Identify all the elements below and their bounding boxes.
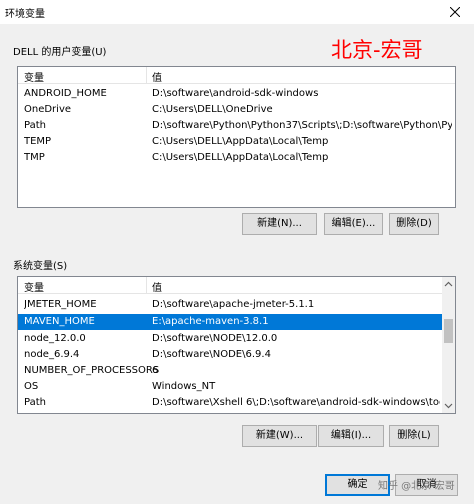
var-value: 6	[152, 365, 159, 376]
user-delete-button[interactable]: 删除(D)	[389, 213, 439, 235]
system-delete-button[interactable]: 删除(L)	[389, 425, 439, 447]
table-row[interactable]: TMP C:\Users\DELL\AppData\Local\Temp	[18, 150, 455, 166]
user-edit-button[interactable]: 编辑(E)...	[324, 213, 383, 235]
column-header-value[interactable]: 值	[152, 279, 162, 294]
table-row[interactable]: Path D:\software\Python\Python37\Scripts…	[18, 118, 455, 134]
system-edit-button[interactable]: 编辑(I)...	[318, 425, 384, 447]
var-value: D:\software\NODE\6.9.4	[152, 349, 271, 360]
system-new-button[interactable]: 新建(W)...	[242, 425, 317, 447]
var-value: D:\software\NODE\12.0.0	[152, 333, 278, 344]
var-name: JMETER_HOME	[24, 299, 97, 310]
var-name: node_12.0.0	[24, 333, 86, 344]
scroll-up-icon[interactable]	[442, 278, 455, 291]
table-row[interactable]: Path D:\software\Xshell 6\;D:\software\a…	[18, 395, 442, 411]
var-name: MAVEN_HOME	[24, 316, 95, 327]
column-divider[interactable]	[146, 67, 147, 83]
user-vars-list[interactable]: 变量 值 ANDROID_HOME D:\software\android-sd…	[17, 66, 456, 208]
scroll-down-icon[interactable]	[442, 399, 455, 412]
window-title: 环境变量	[5, 9, 45, 20]
close-icon	[450, 7, 460, 17]
column-header-variable[interactable]: 变量	[24, 279, 44, 294]
close-button[interactable]	[437, 0, 474, 24]
var-value: C:\Users\DELL\OneDrive	[152, 104, 273, 115]
system-vars-label: 系统变量(S)	[13, 261, 68, 272]
var-value: Windows_NT	[152, 381, 216, 392]
table-row[interactable]: node_6.9.4 D:\software\NODE\6.9.4	[18, 347, 442, 363]
table-row[interactable]: TEMP C:\Users\DELL\AppData\Local\Temp	[18, 134, 455, 150]
column-divider[interactable]	[146, 277, 147, 293]
var-name: OS	[24, 381, 39, 392]
var-value: C:\Users\DELL\AppData\Local\Temp	[152, 136, 329, 147]
var-name: ANDROID_HOME	[24, 88, 107, 99]
system-vars-header: 变量 值	[18, 277, 455, 294]
table-row[interactable]: NUMBER_OF_PROCESSORS 6	[18, 363, 442, 379]
var-name: Path	[24, 397, 46, 408]
var-value: C:\Users\DELL\AppData\Local\Temp	[152, 152, 329, 163]
watermark-text: 北京-宏哥	[331, 38, 423, 62]
user-new-button[interactable]: 新建(N)...	[242, 213, 317, 235]
table-row[interactable]: OneDrive C:\Users\DELL\OneDrive	[18, 102, 455, 118]
source-watermark: 知乎 @北京-宏哥	[378, 481, 455, 492]
system-vars-list[interactable]: 变量 值 JMETER_HOME D:\software\apache-jmet…	[17, 276, 456, 414]
var-value: D:\software\android-sdk-windows	[152, 88, 319, 99]
var-name: OneDrive	[24, 104, 72, 115]
user-vars-label: DELL 的用户变量(U)	[13, 47, 107, 58]
vertical-scrollbar[interactable]	[442, 277, 455, 413]
var-value: E:\apache-maven-3.8.1	[152, 316, 269, 327]
table-row[interactable]: JMETER_HOME D:\software\apache-jmeter-5.…	[18, 297, 442, 313]
var-value: D:\software\apache-jmeter-5.1.1	[152, 299, 315, 310]
var-name: node_6.9.4	[24, 349, 80, 360]
table-row-selected[interactable]: MAVEN_HOME E:\apache-maven-3.8.1	[18, 314, 442, 330]
var-name: TMP	[24, 152, 45, 163]
scrollbar-thumb[interactable]	[444, 319, 453, 343]
title-bar: 环境变量	[0, 0, 474, 24]
column-header-value[interactable]: 值	[152, 69, 162, 84]
var-value: D:\software\Xshell 6\;D:\software\androi…	[152, 397, 440, 408]
table-row[interactable]: ANDROID_HOME D:\software\android-sdk-win…	[18, 86, 455, 102]
var-name: NUMBER_OF_PROCESSORS	[24, 365, 160, 376]
table-row[interactable]: OS Windows_NT	[18, 379, 442, 395]
var-value: D:\software\Python\Python37\Scripts\;D:\…	[152, 120, 452, 131]
var-name: Path	[24, 120, 46, 131]
user-vars-header: 变量 值	[18, 67, 455, 84]
column-header-variable[interactable]: 变量	[24, 69, 44, 84]
var-name: TEMP	[24, 136, 52, 147]
table-row[interactable]: node_12.0.0 D:\software\NODE\12.0.0	[18, 331, 442, 347]
